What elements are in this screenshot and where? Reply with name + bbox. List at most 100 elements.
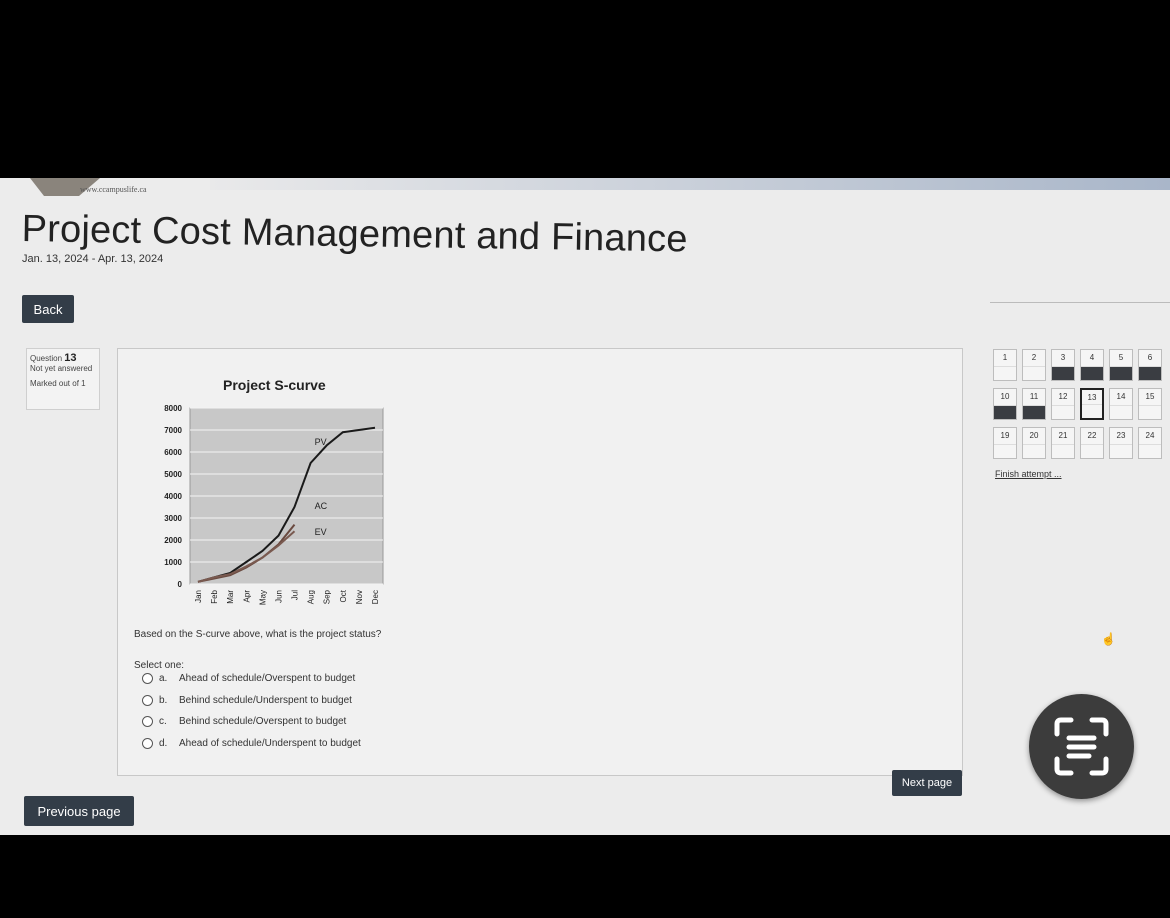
- nav-question-number: 6: [1147, 353, 1153, 362]
- nav-question-number: 2: [1031, 353, 1037, 362]
- nav-question-number: 10: [1000, 392, 1010, 401]
- option-text: Behind schedule/Underspent to budget: [179, 695, 352, 706]
- y-tick-label: 1000: [164, 558, 182, 567]
- next-page-button[interactable]: Next page: [892, 770, 962, 796]
- nav-question-10[interactable]: 10: [993, 388, 1017, 420]
- nav-question-12[interactable]: 12: [1051, 388, 1075, 420]
- nav-question-status: [1139, 366, 1161, 380]
- question-marks: Marked out of 1: [30, 379, 86, 388]
- back-button[interactable]: Back: [22, 295, 74, 323]
- nav-question-number: 1: [1002, 353, 1008, 362]
- nav-question-1[interactable]: 1: [993, 349, 1017, 381]
- nav-question-status: [1023, 366, 1045, 380]
- nav-question-status: [1110, 405, 1132, 419]
- nav-question-5[interactable]: 5: [1109, 349, 1133, 381]
- nav-question-status: [1110, 366, 1132, 380]
- nav-question-number: 12: [1058, 392, 1068, 401]
- hand-cursor-icon: ☝: [1101, 632, 1116, 646]
- finish-attempt-link[interactable]: Finish attempt ...: [995, 469, 1062, 479]
- y-tick-label: 5000: [164, 470, 182, 479]
- option-b[interactable]: b. Behind schedule/Underspent to budget: [142, 695, 352, 706]
- radio-icon[interactable]: [142, 716, 153, 727]
- x-tick-label: Apr: [242, 590, 251, 603]
- nav-question-status: [1139, 444, 1161, 458]
- nav-question-4[interactable]: 4: [1080, 349, 1104, 381]
- nav-question-22[interactable]: 22: [1080, 427, 1104, 459]
- nav-question-number: 24: [1145, 431, 1155, 440]
- option-d[interactable]: d. Ahead of schedule/Underspent to budge…: [142, 738, 361, 749]
- x-tick-label: Mar: [226, 590, 235, 604]
- radio-icon[interactable]: [142, 695, 153, 706]
- option-c[interactable]: c. Behind schedule/Overspent to budget: [142, 716, 346, 727]
- nav-question-number: 13: [1087, 393, 1097, 402]
- nav-question-status: [1139, 405, 1161, 419]
- nav-question-3[interactable]: 3: [1051, 349, 1075, 381]
- nav-question-24[interactable]: 24: [1138, 427, 1162, 459]
- nav-question-6[interactable]: 6: [1138, 349, 1162, 381]
- nav-question-status: [1081, 366, 1103, 380]
- nav-question-number: 23: [1116, 431, 1126, 440]
- x-tick-label: Aug: [307, 590, 316, 604]
- nav-question-number: 15: [1145, 392, 1155, 401]
- nav-question-number: 19: [1000, 431, 1010, 440]
- nav-question-number: 3: [1060, 353, 1066, 362]
- previous-page-button[interactable]: Previous page: [24, 796, 134, 826]
- top-strip: [210, 178, 1170, 190]
- site-url: www.ccampuslife.ca: [80, 185, 147, 194]
- nav-question-20[interactable]: 20: [1022, 427, 1046, 459]
- option-text: Ahead of schedule/Overspent to budget: [179, 673, 356, 684]
- nav-question-status: [1082, 404, 1102, 418]
- question-info: Question 13 Not yet answered Marked out …: [26, 348, 100, 410]
- nav-question-14[interactable]: 14: [1109, 388, 1133, 420]
- nav-question-2[interactable]: 2: [1022, 349, 1046, 381]
- browser-screen: www.ccampuslife.ca Project Cost Manageme…: [0, 178, 1170, 835]
- option-letter: d.: [159, 738, 168, 749]
- nav-question-status: [994, 366, 1016, 380]
- x-tick-label: May: [258, 590, 267, 605]
- y-tick-label: 7000: [164, 426, 182, 435]
- divider: [990, 302, 1170, 303]
- nav-question-number: 14: [1116, 392, 1126, 401]
- option-letter: b.: [159, 695, 168, 706]
- nav-question-status: [1023, 405, 1045, 419]
- nav-question-status: [1081, 444, 1103, 458]
- nav-question-15[interactable]: 15: [1138, 388, 1162, 420]
- option-a[interactable]: a. Ahead of schedule/Overspent to budget: [142, 673, 355, 684]
- nav-question-11[interactable]: 11: [1022, 388, 1046, 420]
- y-tick-label: 0: [178, 580, 183, 589]
- y-tick-label: 2000: [164, 536, 182, 545]
- nav-question-status: [1052, 405, 1074, 419]
- x-tick-label: Sep: [323, 589, 332, 604]
- nav-question-number: 5: [1118, 353, 1124, 362]
- nav-question-status: [1110, 444, 1132, 458]
- option-letter: a.: [159, 673, 168, 684]
- nav-question-21[interactable]: 21: [1051, 427, 1075, 459]
- x-tick-label: Nov: [355, 590, 364, 604]
- nav-question-status: [1052, 366, 1074, 380]
- nav-question-number: 21: [1058, 431, 1068, 440]
- x-tick-label: Oct: [339, 589, 348, 602]
- y-tick-label: 8000: [164, 404, 182, 413]
- question-label: Question: [30, 354, 63, 363]
- s-curve-chart: 0 1000 2000 3000 4000 5000 6000 7000 8000 Jan Feb M…: [164, 404, 384, 605]
- nav-question-status: [1023, 444, 1045, 458]
- nav-question-19[interactable]: 19: [993, 427, 1017, 459]
- radio-icon[interactable]: [142, 673, 153, 684]
- nav-question-number: 22: [1087, 431, 1097, 440]
- series-label: EV: [315, 527, 327, 537]
- scan-text-icon[interactable]: [1029, 694, 1134, 799]
- nav-question-status: [994, 405, 1016, 419]
- nav-question-number: 11: [1029, 392, 1039, 401]
- nav-question-23[interactable]: 23: [1109, 427, 1133, 459]
- nav-question-13[interactable]: 13: [1080, 388, 1104, 420]
- select-one-label: Select one:: [134, 660, 185, 671]
- option-text: Ahead of schedule/Underspent to budget: [179, 738, 361, 749]
- question-status: Not yet answered: [30, 364, 93, 373]
- x-tick-label: Jun: [274, 590, 283, 603]
- nav-question-number: 4: [1089, 353, 1095, 362]
- option-text: Behind schedule/Overspent to budget: [179, 716, 347, 727]
- nav-question-status: [994, 444, 1016, 458]
- radio-icon[interactable]: [142, 738, 153, 749]
- series-label: AC: [315, 501, 328, 511]
- y-tick-label: 3000: [164, 514, 182, 523]
